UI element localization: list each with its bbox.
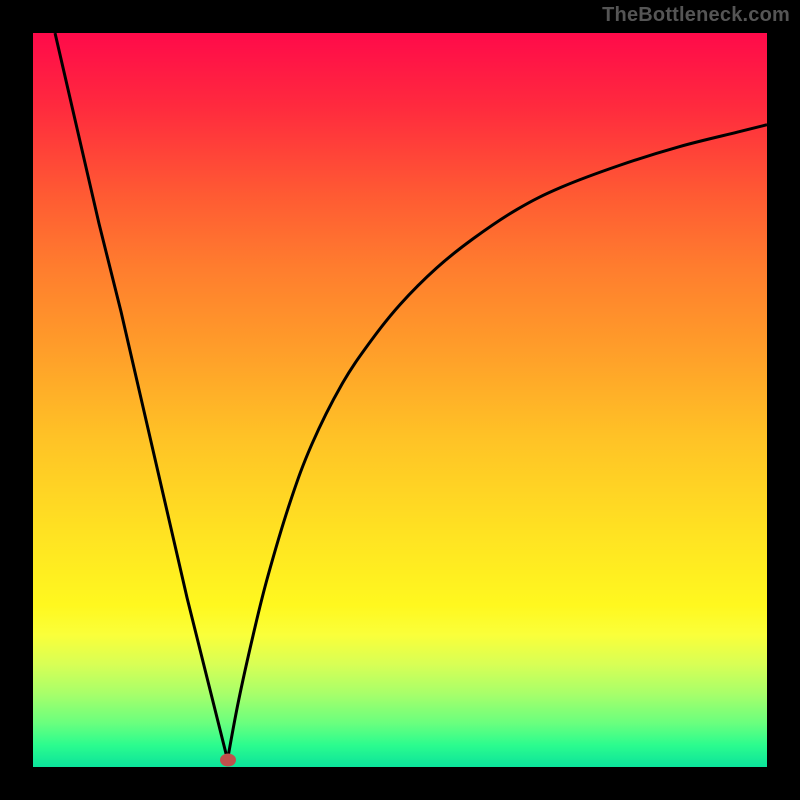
minimum-marker <box>220 753 236 766</box>
watermark-text: TheBottleneck.com <box>602 4 790 27</box>
right-branch <box>228 125 767 760</box>
left-branch <box>55 33 227 760</box>
chart-frame: TheBottleneck.com <box>0 0 800 800</box>
plot-area <box>33 33 767 767</box>
bottleneck-curve <box>33 33 767 767</box>
